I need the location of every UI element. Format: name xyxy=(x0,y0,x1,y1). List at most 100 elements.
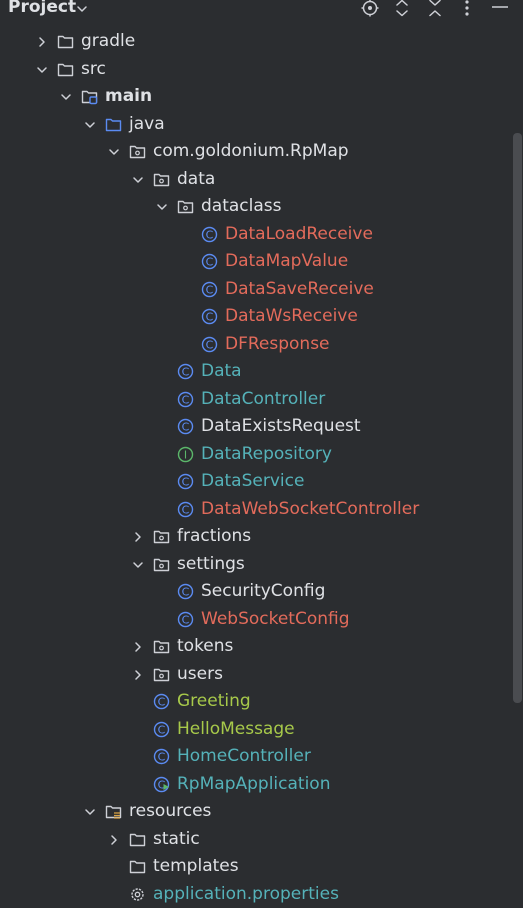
tree-node-label: DataSaveReceive xyxy=(225,279,374,299)
tree-node[interactable]: C DataWsReceive xyxy=(0,303,512,331)
tree-node[interactable]: src xyxy=(0,56,512,84)
tree-node[interactable]: C DataWebSocketController xyxy=(0,496,512,524)
class-icon: C xyxy=(177,418,194,435)
tree-node[interactable]: dataclass xyxy=(0,193,512,221)
package-icon xyxy=(153,171,170,188)
package-icon xyxy=(153,666,170,683)
project-view-title[interactable]: Project xyxy=(8,0,76,17)
tree-node-label: DataMapValue xyxy=(225,251,348,271)
tree-node-label: fractions xyxy=(177,526,251,546)
tree-node[interactable]: C SecurityConfig xyxy=(0,578,512,606)
tree-node[interactable]: CRpMapApplication xyxy=(0,771,512,799)
chevron-right-icon xyxy=(108,834,120,846)
tree-node[interactable]: gradle xyxy=(0,28,512,56)
svg-text:C: C xyxy=(182,586,190,599)
svg-text:C: C xyxy=(206,283,214,296)
class-icon: C xyxy=(153,693,170,710)
more-icon[interactable] xyxy=(463,0,471,17)
svg-text:C: C xyxy=(182,613,190,626)
folder-icon xyxy=(129,858,146,875)
tree-node-label: HomeController xyxy=(177,746,311,766)
tree-node[interactable]: templates xyxy=(0,853,512,881)
tree-node[interactable]: com.goldonium.RpMap xyxy=(0,138,512,166)
tree-node[interactable]: CData xyxy=(0,358,512,386)
tree-node[interactable]: CGreeting xyxy=(0,688,512,716)
tree-node-label: tokens xyxy=(177,636,233,656)
tree-node[interactable]: application.properties xyxy=(0,881,512,908)
package-icon xyxy=(153,638,170,655)
class-icon: C xyxy=(177,391,194,408)
tree-node[interactable]: data xyxy=(0,166,512,194)
class-icon: C xyxy=(177,473,194,490)
chevron-down-icon xyxy=(84,119,96,131)
tree-node-label: WebSocketConfig xyxy=(201,609,350,629)
tree-node-label: templates xyxy=(153,856,239,876)
tree-node[interactable]: CHelloMessage xyxy=(0,716,512,744)
class-icon: C xyxy=(177,363,194,380)
source-folder-icon xyxy=(105,116,122,133)
tree-node-label: com.goldonium.RpMap xyxy=(153,141,349,161)
vertical-scrollbar[interactable] xyxy=(513,133,522,703)
tree-node[interactable]: java xyxy=(0,111,512,139)
tree-node[interactable]: main xyxy=(0,83,512,111)
module-folder-icon xyxy=(81,88,98,105)
tree-node[interactable]: users xyxy=(0,661,512,689)
class-icon: C xyxy=(201,308,218,325)
tree-node[interactable]: C DFResponse xyxy=(0,331,512,359)
svg-text:C: C xyxy=(206,338,214,351)
chevron-down-icon[interactable] xyxy=(76,3,88,15)
folder-icon xyxy=(57,61,74,78)
svg-text:C: C xyxy=(206,228,214,241)
chevron-down-icon xyxy=(132,174,144,186)
class-icon: C xyxy=(201,336,218,353)
tree-node[interactable]: CDataExistsRequest xyxy=(0,413,512,441)
collapse-all-icon[interactable] xyxy=(427,0,443,17)
chevron-down-icon xyxy=(108,146,120,158)
tree-node[interactable]: settings xyxy=(0,551,512,579)
settings-file-icon xyxy=(129,886,146,903)
chevron-down-icon xyxy=(60,91,72,103)
tree-node[interactable]: static xyxy=(0,826,512,854)
svg-text:C: C xyxy=(182,366,190,379)
tree-node[interactable]: CDataService xyxy=(0,468,512,496)
chevron-down-icon xyxy=(132,559,144,571)
tree-node-label: users xyxy=(177,664,223,684)
tree-node[interactable]: C DataController xyxy=(0,386,512,414)
expand-all-icon[interactable] xyxy=(394,0,410,17)
tree-node[interactable]: resources xyxy=(0,798,512,826)
svg-text:C: C xyxy=(158,751,166,764)
tree-node-label: DataWebSocketController xyxy=(201,499,419,519)
tree-node-label: SecurityConfig xyxy=(201,581,325,601)
tree-node-label: DataWsReceive xyxy=(225,306,358,326)
tree-node[interactable]: C HomeController xyxy=(0,743,512,771)
tree-node[interactable]: C DataSaveReceive xyxy=(0,276,512,304)
tree-node-label: DFResponse xyxy=(225,334,330,354)
tree-node-label: DataController xyxy=(201,389,325,409)
tree-node-label: DataRepository xyxy=(201,444,332,464)
tree-node[interactable]: C WebSocketConfig xyxy=(0,606,512,634)
class-icon: C xyxy=(177,501,194,518)
tree-node[interactable]: C DataMapValue xyxy=(0,248,512,276)
svg-text:I: I xyxy=(184,448,187,461)
svg-text:C: C xyxy=(182,421,190,434)
project-tool-window-header: Project xyxy=(0,0,523,18)
locate-icon[interactable] xyxy=(361,0,379,17)
tree-node-label: data xyxy=(177,169,215,189)
interface-icon: I xyxy=(177,446,194,463)
tree-node-label: src xyxy=(81,59,106,79)
tree-node[interactable]: C DataLoadReceive xyxy=(0,221,512,249)
resources-folder-icon xyxy=(105,803,122,820)
tree-node-label: DataLoadReceive xyxy=(225,224,373,244)
minimize-icon[interactable] xyxy=(491,0,509,17)
svg-text:C: C xyxy=(182,503,190,516)
class-icon: C xyxy=(201,253,218,270)
tree-node[interactable]: tokens xyxy=(0,633,512,661)
tree-node-label: RpMapApplication xyxy=(177,774,330,794)
chevron-right-icon xyxy=(36,36,48,48)
tree-node-label: main xyxy=(105,86,152,106)
tree-node[interactable]: I DataRepository xyxy=(0,441,512,469)
svg-text:C: C xyxy=(206,256,214,269)
chevron-down-icon xyxy=(36,64,48,76)
tree-node[interactable]: fractions xyxy=(0,523,512,551)
tree-node-label: resources xyxy=(129,801,211,821)
